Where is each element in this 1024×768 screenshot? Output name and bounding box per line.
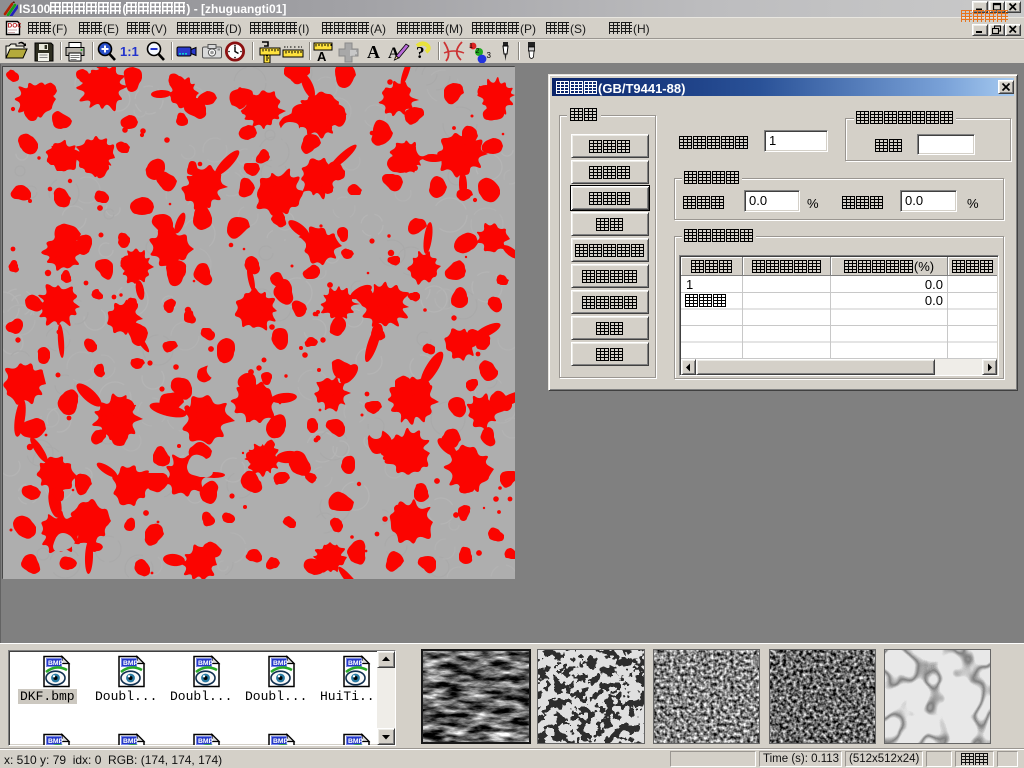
svg-text:1: 1 [469, 43, 473, 50]
svg-text:0.0: 0.0 [925, 293, 943, 308]
svg-text:0.0: 0.0 [925, 277, 943, 292]
svg-text:2: 2 [476, 48, 480, 55]
svg-text:1: 1 [686, 277, 693, 292]
svg-text:?: ? [416, 43, 425, 62]
svg-text:A: A [317, 49, 327, 63]
svg-text:3: 3 [487, 51, 492, 60]
svg-text:1:1: 1:1 [120, 44, 139, 59]
svg-text:A: A [367, 42, 380, 62]
